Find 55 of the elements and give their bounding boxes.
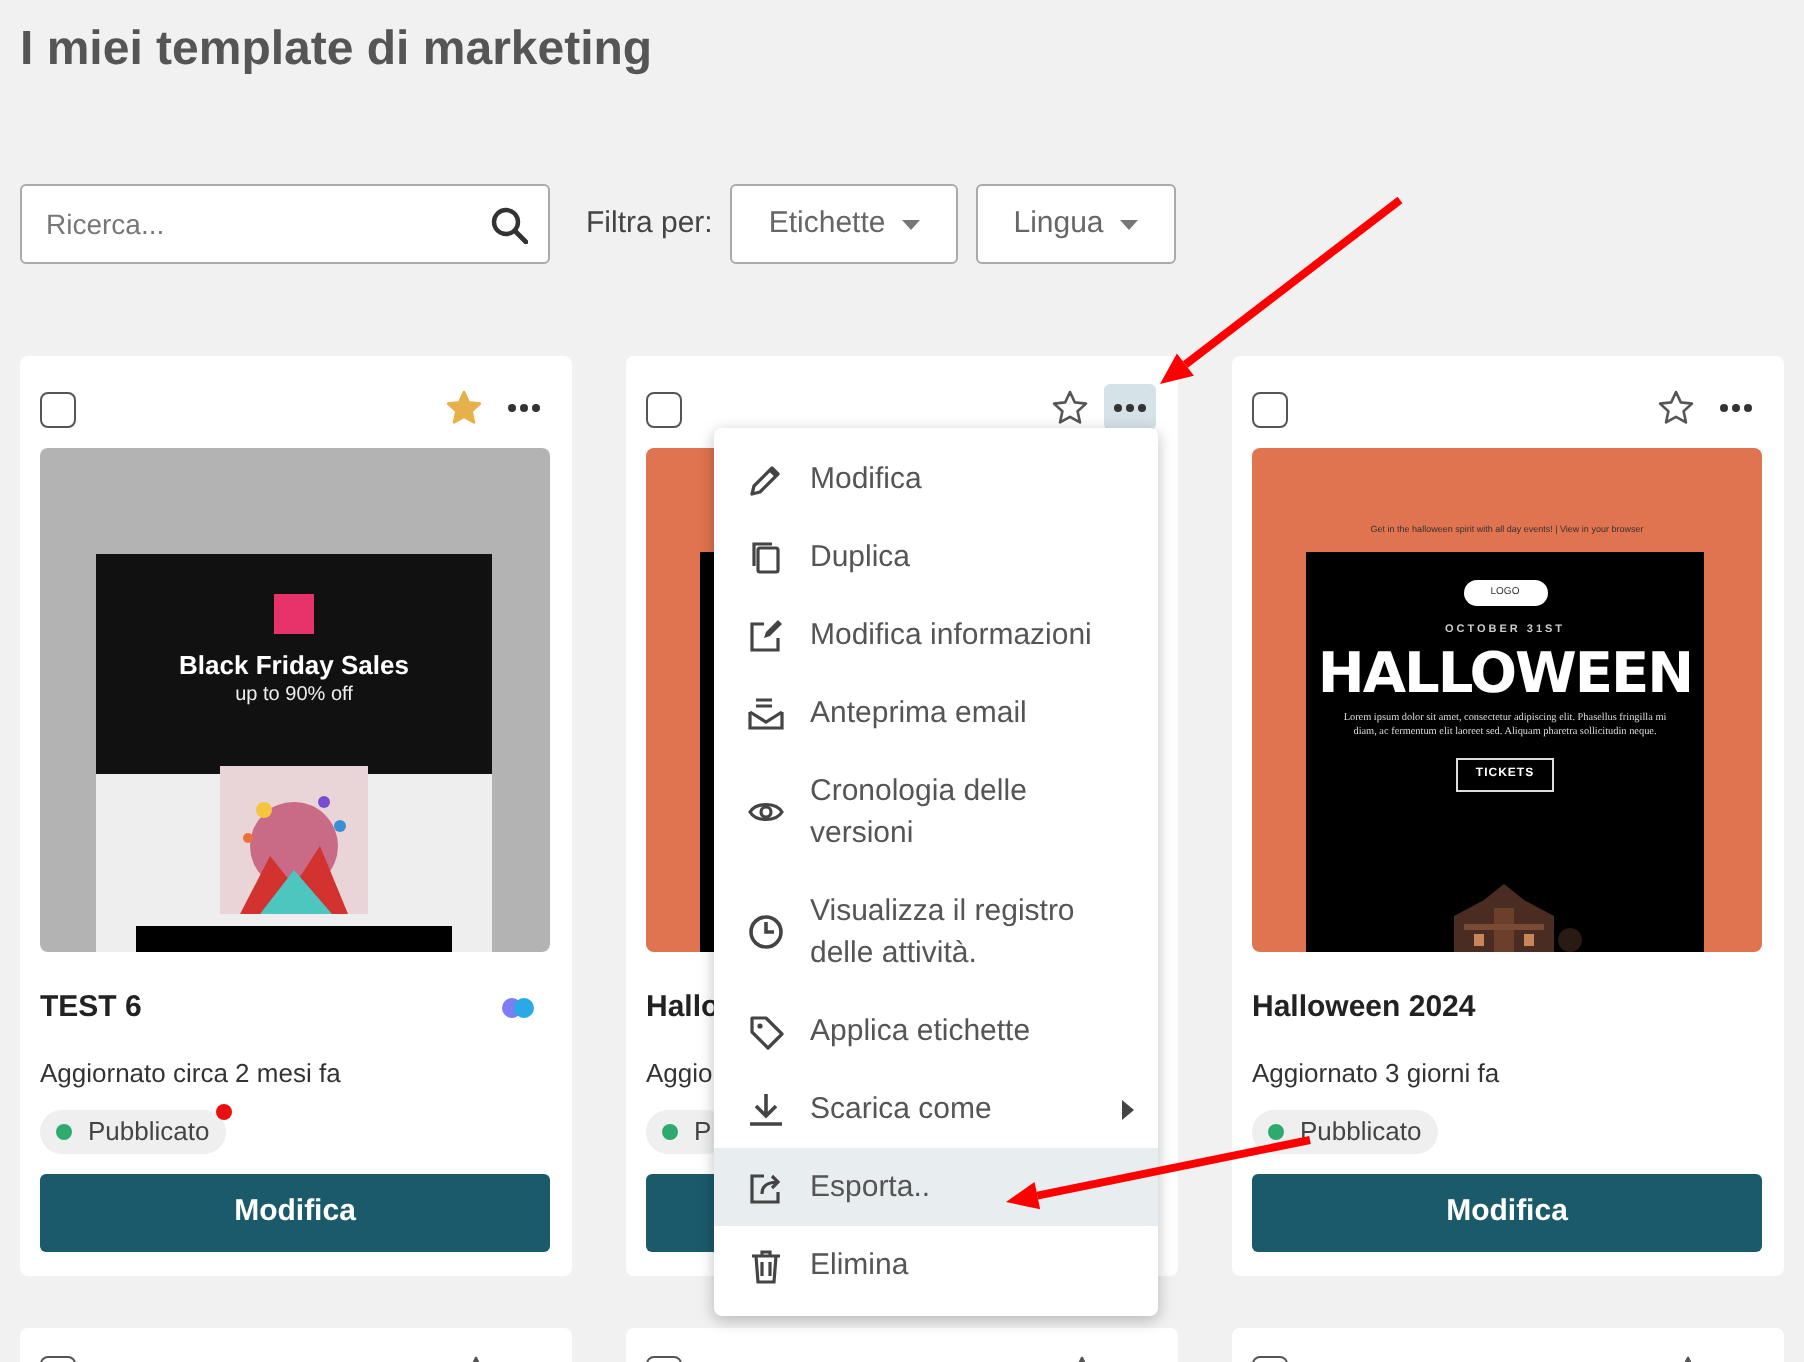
star-icon[interactable] [1658, 389, 1694, 425]
caret-icon [901, 219, 920, 229]
email-headline: HALLOWEEN [1317, 642, 1693, 707]
status-dot [662, 1123, 678, 1139]
filter-dropdown[interactable]: Etichette [730, 184, 958, 264]
page-title: I miei template di marketing [20, 20, 655, 80]
logo-icon [274, 594, 314, 634]
template-title: Halloween 2024 [1252, 987, 1476, 1028]
checkbox[interactable] [1252, 391, 1288, 427]
menu-item[interactable]: Esporta.. [714, 1148, 1158, 1226]
edit-button[interactable]: Modifica [40, 1173, 550, 1251]
search-icon [490, 205, 528, 243]
status-text: P [694, 1113, 712, 1150]
status-text: Pubblicato [88, 1113, 210, 1150]
menu-item[interactable]: Anteprima email [714, 674, 1158, 752]
menu-item[interactable]: Scarica come [714, 1070, 1158, 1148]
template-preview[interactable]: Black Friday Sales up to 90% off [40, 448, 550, 952]
more-icon [508, 403, 540, 411]
menu-item[interactable]: Duplica [714, 518, 1158, 596]
edit-icon [746, 615, 786, 655]
menu-item[interactable]: Elimina [714, 1226, 1158, 1304]
more-icon [1114, 403, 1146, 411]
download-icon [746, 1089, 786, 1129]
star-icon[interactable] [1052, 389, 1088, 425]
menu-item[interactable]: Visualizza il registro delle attività. [714, 872, 1158, 992]
menu-item[interactable]: Cronologia delle versioni [714, 752, 1158, 872]
star-icon[interactable] [446, 389, 482, 425]
email-headline: Black Friday Sales [179, 650, 409, 682]
updated-text: Aggiornato 3 giorni fa [1252, 1056, 1502, 1092]
copy-icon [746, 537, 786, 577]
template-preview[interactable] [1252, 448, 1762, 952]
search-input[interactable]: Ricerca... [42, 201, 490, 247]
status-dot [1268, 1123, 1284, 1139]
status-dot [56, 1123, 72, 1139]
search-field[interactable]: Ricerca... [20, 184, 550, 264]
filter-label: Filtra per: [586, 203, 713, 244]
clock-icon [746, 912, 786, 952]
updated-text: Aggio [646, 1056, 715, 1092]
checkbox[interactable] [40, 391, 76, 427]
updated-text: Aggiornato circa 2 mesi fa [40, 1056, 343, 1092]
filter-dropdown[interactable]: Lingua [975, 184, 1176, 264]
email-subline: up to 90% off [235, 682, 353, 708]
more-icon [1720, 403, 1752, 411]
trash-icon [746, 1245, 786, 1285]
envelope-icon [746, 693, 786, 733]
menu-item[interactable]: Applica etichette [714, 992, 1158, 1070]
menu-item[interactable]: Modifica informazioni [714, 596, 1158, 674]
template-title: TEST 6 [40, 987, 142, 1028]
caret-icon [1119, 219, 1138, 229]
more-button[interactable] [1104, 384, 1156, 430]
edit-button[interactable]: Modifica [1252, 1173, 1762, 1251]
menu-item[interactable]: Modifica [714, 440, 1158, 518]
status-text: Pubblicato [1300, 1113, 1422, 1150]
checkbox[interactable] [646, 391, 682, 427]
tag-icon [746, 1011, 786, 1051]
